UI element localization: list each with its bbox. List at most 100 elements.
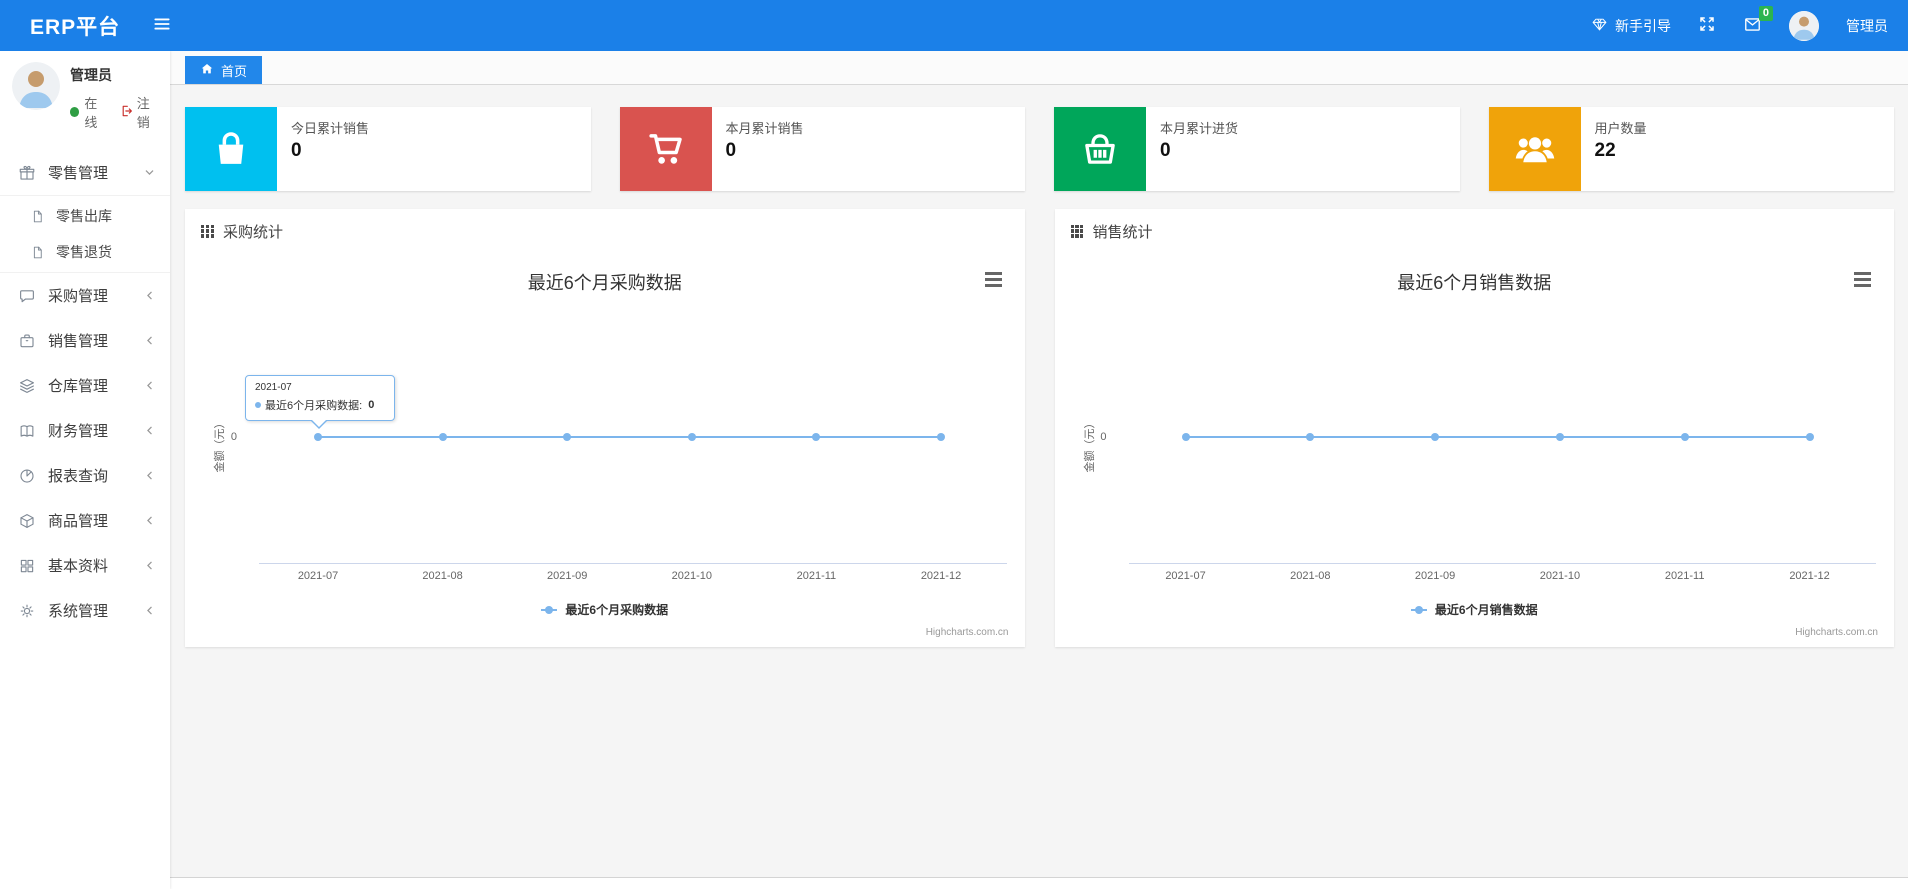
data-point[interactable] (563, 433, 572, 441)
chart-credit: Highcharts.com.cn (1795, 627, 1878, 638)
sidebar-item[interactable]: 商品管理 (0, 498, 170, 543)
sidebar-item[interactable]: 零售管理 (0, 150, 170, 195)
legend-marker-icon (1410, 605, 1427, 614)
sidebar-item[interactable]: 财务管理 (0, 408, 170, 453)
data-point[interactable] (1181, 433, 1190, 441)
chat-icon (18, 287, 38, 305)
x-axis-label: 2021-10 (1539, 570, 1581, 582)
stat-label: 今日累计销售 (291, 121, 370, 136)
x-axis-line (1128, 563, 1876, 564)
data-point[interactable] (1306, 433, 1315, 441)
logout-link[interactable]: 注销 (120, 93, 160, 131)
sidebar-subitem[interactable]: 零售出库 (0, 198, 170, 234)
main-content: 首页 今日累计销售 0 本月累计销售 0 本月累计进货 0 用户数量 22 采购统计 最近6个月… (170, 51, 1908, 877)
user-avatar (12, 62, 60, 110)
x-axis-label: 2021-11 (796, 570, 837, 582)
sidebar-item[interactable]: 报表查询 (0, 453, 170, 498)
chevron-left-icon (144, 380, 155, 391)
stat-value: 0 (291, 140, 302, 161)
users-icon (1488, 107, 1581, 191)
tooltip-series-dot (255, 402, 261, 408)
grid-icon (18, 557, 38, 575)
chart-area: 最近6个月采购数据 金额（元） 0 2021-07 2021-08 2021-09 2021… (185, 253, 1025, 647)
stat-value: 22 (1594, 140, 1616, 161)
navbar-username[interactable]: 管理员 (1846, 16, 1888, 36)
sidebar-item-label: 仓库管理 (48, 378, 109, 395)
legend-item[interactable]: 最近6个月采购数据 (185, 601, 1025, 618)
chevron-left-icon (144, 335, 155, 346)
data-point[interactable] (314, 433, 322, 441)
chart-title: 最近6个月销售数据 (1397, 273, 1552, 293)
stat-body: 今日累计销售 0 (277, 107, 379, 191)
legend-item[interactable]: 最近6个月销售数据 (1055, 601, 1895, 618)
online-label: 在线 (84, 96, 98, 130)
data-point[interactable] (687, 433, 696, 441)
layers-icon (18, 377, 38, 395)
chart-area: 最近6个月销售数据 金额（元） 0 2021-07 2021-08 2021-09 2021… (1055, 253, 1895, 647)
sidebar-subitem-label: 零售退货 (56, 244, 112, 260)
chart-context-menu-button[interactable] (1854, 272, 1871, 287)
x-axis-line (259, 563, 1007, 564)
shopping-bag-icon (185, 107, 277, 191)
data-point[interactable] (937, 433, 945, 441)
footer-strip (170, 877, 1908, 889)
chevron-left-icon (144, 515, 155, 526)
x-axis-label: 2021-09 (1414, 570, 1456, 582)
sidebar-item[interactable]: 系统管理 (0, 588, 170, 633)
data-point[interactable] (1805, 433, 1814, 441)
navbar-avatar[interactable] (1789, 10, 1819, 41)
stat-label: 本月累计销售 (725, 121, 804, 136)
logout-icon (120, 104, 134, 121)
data-point[interactable] (1555, 433, 1564, 441)
fullscreen-button[interactable] (1698, 15, 1716, 36)
book-icon (18, 422, 38, 440)
sidebar-item[interactable]: 销售管理 (0, 318, 170, 363)
brand-logo[interactable]: ERP平台 (30, 11, 120, 41)
sidebar-item[interactable]: 仓库管理 (0, 363, 170, 408)
sidebar-menu: 零售管理 零售出库零售退货采购管理 销售管理仓库管理财务管理报表查询 商品管理 基本资料… (0, 150, 170, 633)
home-icon (200, 62, 214, 79)
x-axis-label: 2021-12 (1789, 570, 1830, 582)
data-point[interactable] (1431, 433, 1440, 441)
navbar-right: 新手引导 0 管理员 (1591, 5, 1888, 41)
sidebar-toggle-button[interactable] (152, 14, 172, 37)
user-name: 管理员 (70, 67, 112, 83)
x-axis-label: 2021-08 (422, 570, 463, 582)
hamburger-icon (152, 14, 172, 37)
chevron-left-icon (144, 560, 155, 571)
chart-context-menu-button[interactable] (984, 272, 1002, 287)
tooltip-value: 0 (368, 399, 375, 411)
stat-label: 用户数量 (1594, 121, 1647, 136)
fullscreen-icon (1698, 15, 1716, 36)
sidebar-item-label: 财务管理 (48, 423, 109, 440)
legend-label: 最近6个月采购数据 (565, 603, 669, 617)
grid-th-icon (201, 224, 214, 238)
chart-credit: Highcharts.com.cn (925, 627, 1009, 638)
x-axis-label: 2021-10 (671, 570, 712, 582)
data-point[interactable] (438, 433, 447, 441)
data-point[interactable] (1680, 433, 1689, 441)
chevron-left-icon (144, 605, 155, 616)
legend-label: 最近6个月销售数据 (1434, 603, 1538, 617)
y-axis-title: 金额（元） (214, 417, 226, 473)
tab-home[interactable]: 首页 (185, 56, 263, 84)
diamond-icon (1591, 16, 1608, 36)
stat-card: 今日累计销售 0 (185, 107, 591, 191)
gift-icon (18, 164, 38, 182)
top-navbar: ERP平台 新手引导 0 管理员 (0, 0, 1908, 51)
guide-link[interactable]: 新手引导 (1591, 16, 1671, 36)
y-axis-tick: 0 (1100, 431, 1107, 443)
messages-button[interactable]: 0 (1743, 5, 1773, 37)
y-axis-title: 金额（元） (1083, 417, 1096, 473)
sidebar-subitem[interactable]: 零售退货 (0, 234, 170, 270)
sidebar-item[interactable]: 基本资料 (0, 543, 170, 588)
box-icon (18, 512, 38, 530)
sidebar-item[interactable]: 采购管理 (0, 273, 170, 318)
panel-title: 采购统计 (223, 223, 284, 241)
basket-icon (1054, 107, 1146, 191)
data-point[interactable] (812, 433, 821, 441)
chevron-left-icon (144, 290, 155, 301)
stat-body: 用户数量 22 (1581, 107, 1657, 191)
stat-body: 本月累计销售 0 (712, 107, 814, 191)
stat-value: 0 (725, 140, 737, 161)
